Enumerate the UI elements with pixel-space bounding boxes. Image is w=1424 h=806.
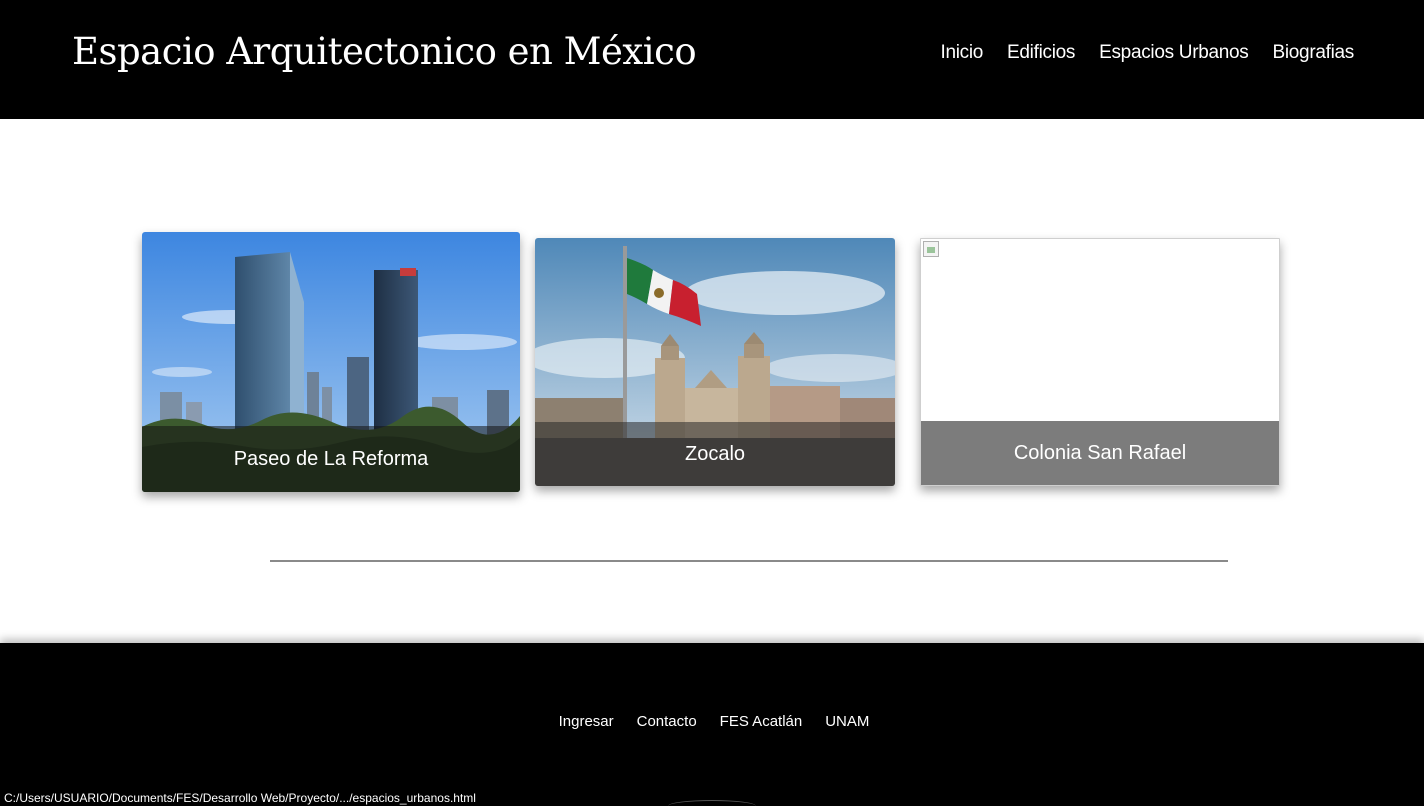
card-paseo-de-la-reforma[interactable]: Paseo de La Reforma (142, 232, 520, 492)
section-divider (270, 560, 1228, 562)
browser-status-url: C:/Users/USUARIO/Documents/FES/Desarroll… (0, 790, 480, 806)
main-nav: Inicio Edificios Espacios Urbanos Biogra… (940, 42, 1354, 64)
card-zocalo[interactable]: Zocalo (535, 238, 895, 486)
nav-link-espacios-urbanos[interactable]: Espacios Urbanos (1099, 42, 1249, 64)
nav-link-inicio[interactable]: Inicio (940, 42, 983, 64)
footer-link-unam[interactable]: UNAM (825, 713, 869, 730)
broken-image-icon (923, 241, 939, 257)
footer-link-ingresar[interactable]: Ingresar (559, 713, 614, 730)
card-caption: Paseo de La Reforma (142, 426, 520, 492)
nav-link-edificios[interactable]: Edificios (1007, 42, 1075, 64)
nav-link-biografias[interactable]: Biografias (1273, 42, 1355, 64)
card-caption: Zocalo (535, 422, 895, 486)
site-title: Espacio Arquitectonico en México (72, 30, 697, 73)
card-caption: Colonia San Rafael (921, 421, 1279, 485)
site-footer: Ingresar Contacto FES Acatlán UNAM (0, 643, 1424, 806)
footer-nav: Ingresar Contacto FES Acatlán UNAM (0, 713, 1424, 730)
footer-link-fes-acatlan[interactable]: FES Acatlán (720, 713, 803, 730)
site-header: Espacio Arquitectonico en México Inicio … (0, 0, 1424, 119)
footer-link-contacto[interactable]: Contacto (637, 713, 697, 730)
footer-logo (668, 800, 756, 806)
card-colonia-san-rafael[interactable]: Colonia San Rafael (920, 238, 1280, 486)
